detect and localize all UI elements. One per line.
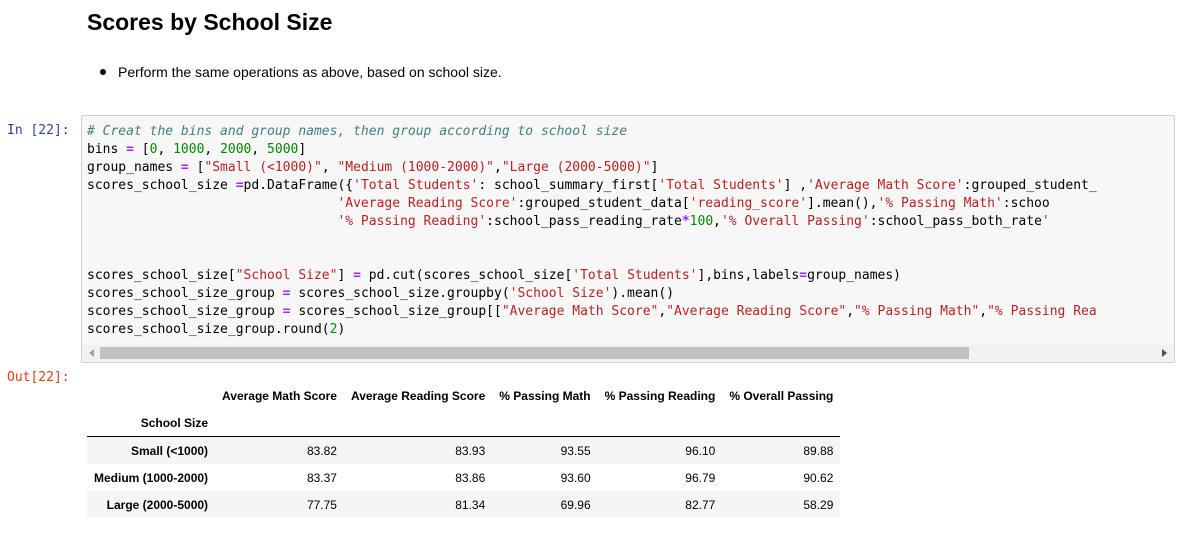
input-prompt: In [22]: xyxy=(7,123,70,138)
table-cell: 83.37 xyxy=(306,470,337,485)
column-header-row: Average Math Score Average Reading Score… xyxy=(87,382,840,409)
index-name: School Size xyxy=(140,415,209,430)
column-header: Average Math Score xyxy=(222,388,337,403)
column-header: Average Reading Score xyxy=(350,388,486,403)
code-cell-editor[interactable]: # Creat the bins and group names, then g… xyxy=(81,115,1175,363)
table-cell: 83.86 xyxy=(455,470,486,485)
corner-cell xyxy=(87,382,215,409)
table-row: Small (<1000) 83.82 83.93 93.55 96.10 89… xyxy=(87,436,841,464)
table-cell: 81.34 xyxy=(455,497,486,512)
table-cell: 58.29 xyxy=(803,497,834,512)
table-cell: 93.60 xyxy=(560,470,591,485)
code-content[interactable]: # Creat the bins and group names, then g… xyxy=(87,123,1097,339)
chevron-left-icon[interactable] xyxy=(89,349,94,357)
row-index-label: Large (2000-5000) xyxy=(106,497,209,512)
chevron-right-icon[interactable] xyxy=(1162,349,1167,357)
column-header: % Passing Math xyxy=(499,388,591,403)
table-row: Medium (1000-2000) 83.37 83.86 93.60 96.… xyxy=(87,464,840,491)
list-item: Perform the same operations as above, ba… xyxy=(100,62,502,82)
bullet-dot-icon xyxy=(100,69,106,75)
row-index-label: Small (<1000) xyxy=(131,443,209,458)
table-cell: 96.10 xyxy=(685,443,716,458)
scrollbar-thumb[interactable] xyxy=(100,347,969,359)
horizontal-scrollbar[interactable] xyxy=(83,345,1173,361)
table-cell: 83.93 xyxy=(455,443,486,458)
column-header: % Overall Passing xyxy=(729,388,834,403)
output-prompt: Out[22]: xyxy=(7,370,70,385)
column-header: % Passing Reading xyxy=(604,388,716,403)
index-name-row: School Size xyxy=(87,409,841,437)
code-comment: # Creat the bins and group names, then g… xyxy=(87,124,628,139)
row-index-label: Medium (1000-2000) xyxy=(94,470,209,485)
table-cell: 89.88 xyxy=(803,443,834,458)
list-item-text: Perform the same operations as above, ba… xyxy=(118,64,502,80)
table-cell: 96.79 xyxy=(685,470,716,485)
table-cell: 69.96 xyxy=(560,497,591,512)
table-cell: 90.62 xyxy=(803,470,834,485)
markdown-bullet-list: Perform the same operations as above, ba… xyxy=(100,62,502,82)
table-cell: 83.82 xyxy=(306,443,337,458)
dataframe-table: Average Math Score Average Reading Score… xyxy=(87,382,841,518)
table-cell: 82.77 xyxy=(685,497,716,512)
table-cell: 77.75 xyxy=(306,497,337,512)
table-cell: 93.55 xyxy=(560,443,591,458)
section-title: Scores by School Size xyxy=(87,9,333,35)
table-row: Large (2000-5000) 77.75 81.34 69.96 82.7… xyxy=(87,491,841,518)
